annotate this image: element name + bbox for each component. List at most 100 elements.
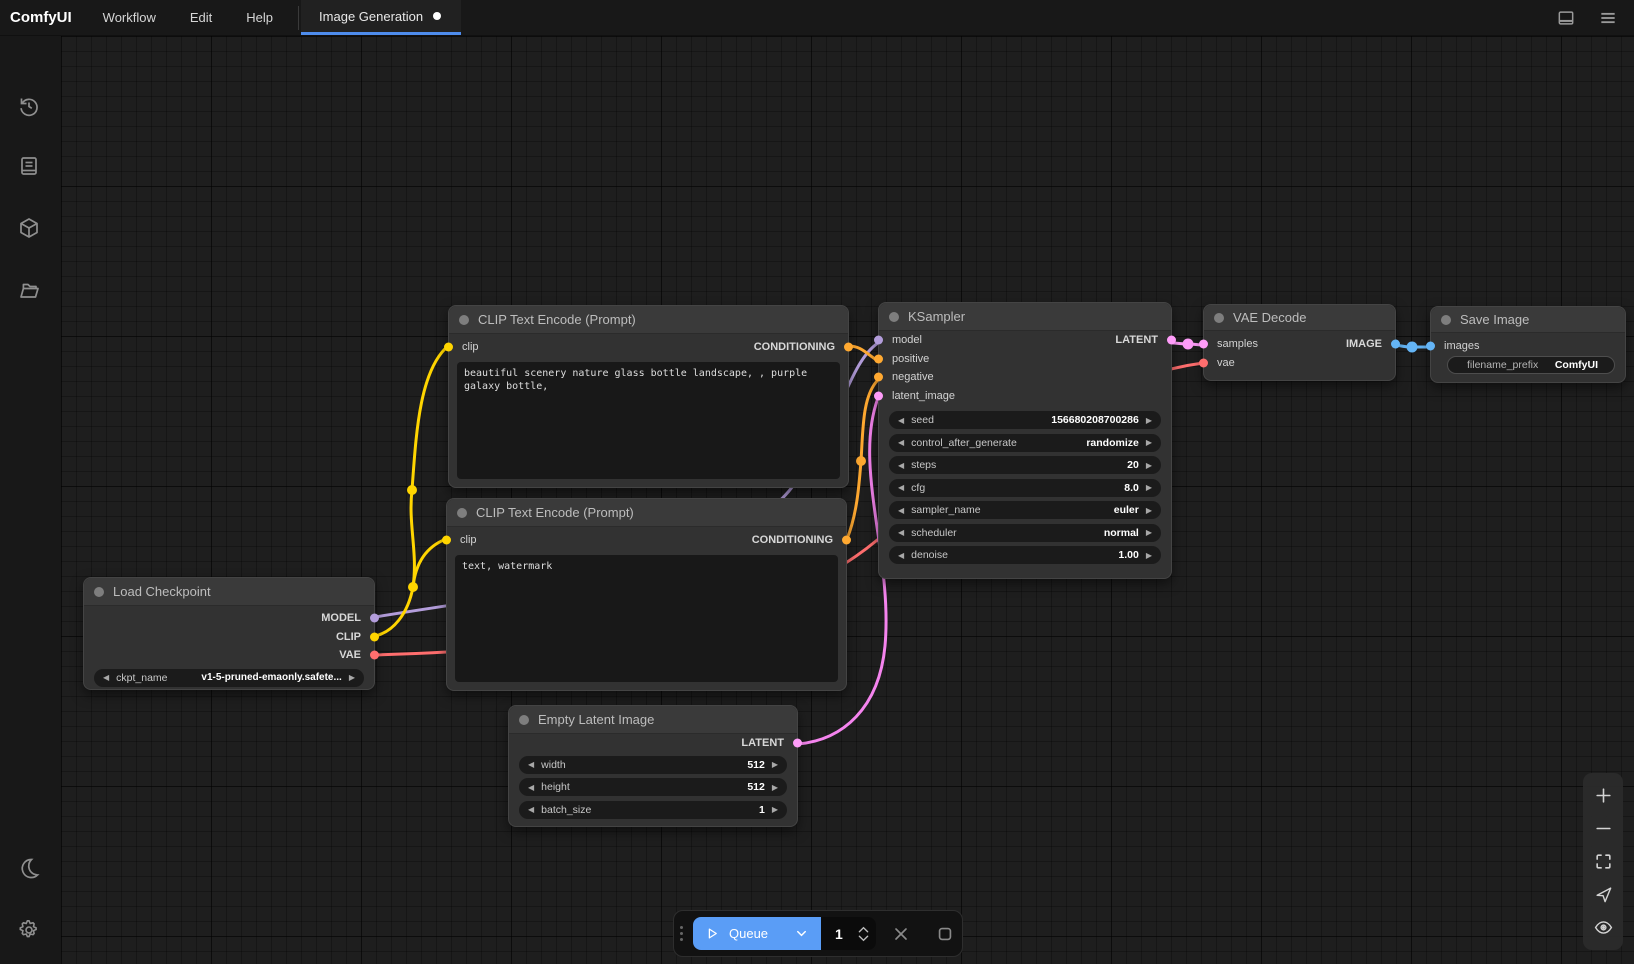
widget-seed[interactable]: ◀ seed 156680208700286 ▶ <box>889 411 1161 429</box>
zoom-out-icon[interactable] <box>1594 819 1613 838</box>
node-header[interactable]: CLIP Text Encode (Prompt) <box>447 499 846 527</box>
output-slot-vae[interactable] <box>370 651 379 660</box>
input-slot-clip[interactable] <box>444 343 453 352</box>
hamburger-menu-icon[interactable] <box>1598 8 1618 28</box>
node-collapse-dot[interactable] <box>457 508 467 518</box>
widget-width[interactable]: ◀ width 512 ▶ <box>519 756 787 774</box>
widget-ckpt-name[interactable]: ◀ ckpt_name v1-5-pruned-emaonly.safete..… <box>94 669 364 687</box>
widget-steps[interactable]: ◀ steps 20 ▶ <box>889 456 1161 474</box>
menu-help[interactable]: Help <box>229 0 290 35</box>
node-header[interactable]: KSampler <box>879 303 1171 331</box>
widget-decrement-arrow[interactable]: ◀ <box>103 673 109 682</box>
queue-log-icon[interactable] <box>17 154 41 178</box>
node-header[interactable]: CLIP Text Encode (Prompt) <box>449 306 848 334</box>
widget-batch-size[interactable]: ◀ batch_size 1 ▶ <box>519 801 787 819</box>
node-empty-latent-image[interactable]: Empty Latent Image LATENT ◀ width 512 ▶ … <box>508 705 798 827</box>
model-library-icon[interactable] <box>17 216 41 240</box>
positive-prompt-textarea[interactable]: beautiful scenery nature glass bottle la… <box>457 362 840 479</box>
theme-moon-icon[interactable] <box>17 856 41 880</box>
output-slot-conditioning[interactable] <box>842 536 851 545</box>
node-collapse-dot[interactable] <box>1441 315 1451 325</box>
widget-increment-arrow[interactable]: ▶ <box>1146 506 1152 515</box>
stop-icon[interactable] <box>935 924 955 944</box>
node-clip-text-encode-negative[interactable]: CLIP Text Encode (Prompt) clip CONDITION… <box>446 498 847 691</box>
widget-increment-arrow[interactable]: ▶ <box>772 760 778 769</box>
menu-edit[interactable]: Edit <box>173 0 229 35</box>
negative-prompt-textarea[interactable]: text, watermark <box>455 555 838 682</box>
widget-denoise[interactable]: ◀ denoise 1.00 ▶ <box>889 546 1161 564</box>
node-collapse-dot[interactable] <box>459 315 469 325</box>
output-slot-conditioning[interactable] <box>844 343 853 352</box>
widget-scheduler[interactable]: ◀ scheduler normal ▶ <box>889 524 1161 542</box>
input-slot-clip[interactable] <box>442 536 451 545</box>
widget-increment-arrow[interactable]: ▶ <box>1146 551 1152 560</box>
clear-queue-icon[interactable] <box>891 924 911 944</box>
widget-decrement-arrow[interactable]: ◀ <box>528 783 534 792</box>
node-collapse-dot[interactable] <box>1214 313 1224 323</box>
input-slot-negative[interactable] <box>874 373 883 382</box>
queue-options-chevron-icon[interactable] <box>794 926 809 941</box>
widget-decrement-arrow[interactable]: ◀ <box>898 483 904 492</box>
node-load-checkpoint[interactable]: Load Checkpoint MODEL CLIP VAE ◀ ckpt_na… <box>83 577 375 690</box>
count-decrement-icon[interactable] <box>858 935 869 942</box>
workflows-folder-icon[interactable] <box>17 278 41 302</box>
toggle-bottom-panel-icon[interactable] <box>1556 8 1576 28</box>
history-icon[interactable] <box>17 94 41 118</box>
output-slot-latent[interactable] <box>1167 336 1176 345</box>
batch-count-input[interactable]: 1 <box>821 917 876 950</box>
count-increment-icon[interactable] <box>858 926 869 933</box>
node-clip-text-encode-positive[interactable]: CLIP Text Encode (Prompt) clip CONDITION… <box>448 305 849 488</box>
widget-height[interactable]: ◀ height 512 ▶ <box>519 778 787 796</box>
widget-decrement-arrow[interactable]: ◀ <box>898 438 904 447</box>
widget-decrement-arrow[interactable]: ◀ <box>898 506 904 515</box>
zoom-in-icon[interactable] <box>1594 786 1613 805</box>
settings-gear-icon[interactable] <box>17 918 41 942</box>
tab-image-generation[interactable]: Image Generation <box>301 0 461 35</box>
node-graph-canvas[interactable]: CLIP Text Encode (Prompt) clip CONDITION… <box>61 36 1634 964</box>
menu-workflow[interactable]: Workflow <box>86 0 173 35</box>
widget-increment-arrow[interactable]: ▶ <box>772 805 778 814</box>
input-slot-vae[interactable] <box>1199 358 1208 367</box>
node-vae-decode[interactable]: VAE Decode samples IMAGE vae <box>1203 304 1396 381</box>
widget-increment-arrow[interactable]: ▶ <box>1146 528 1152 537</box>
input-slot-images[interactable] <box>1426 342 1435 351</box>
widget-increment-arrow[interactable]: ▶ <box>772 783 778 792</box>
node-collapse-dot[interactable] <box>519 715 529 725</box>
node-collapse-dot[interactable] <box>94 587 104 597</box>
queue-button[interactable]: Queue <box>693 917 821 950</box>
node-ksampler[interactable]: KSampler model LATENT positive negative … <box>878 302 1172 579</box>
widget-decrement-arrow[interactable]: ◀ <box>528 805 534 814</box>
widget-decrement-arrow[interactable]: ◀ <box>898 461 904 470</box>
widget-increment-arrow[interactable]: ▶ <box>1146 461 1152 470</box>
pan-navigate-icon[interactable] <box>1594 885 1613 904</box>
input-slot-latent-image[interactable] <box>874 391 883 400</box>
node-collapse-dot[interactable] <box>889 312 899 322</box>
widget-increment-arrow[interactable]: ▶ <box>1146 438 1152 447</box>
widget-decrement-arrow[interactable]: ◀ <box>898 416 904 425</box>
widget-decrement-arrow[interactable]: ◀ <box>898 551 904 560</box>
input-slot-positive[interactable] <box>874 354 883 363</box>
input-slot-model[interactable] <box>874 336 883 345</box>
node-header[interactable]: Save Image <box>1431 307 1625 333</box>
widget-decrement-arrow[interactable]: ◀ <box>898 528 904 537</box>
widget-filename-prefix[interactable]: filename_prefix ComfyUI <box>1447 356 1615 374</box>
toolbar-drag-handle[interactable] <box>680 926 684 941</box>
widget-cfg[interactable]: ◀ cfg 8.0 ▶ <box>889 479 1161 497</box>
node-save-image[interactable]: Save Image images filename_prefix ComfyU… <box>1430 306 1626 383</box>
widget-increment-arrow[interactable]: ▶ <box>349 673 355 682</box>
fit-view-icon[interactable] <box>1594 852 1613 871</box>
widget-increment-arrow[interactable]: ▶ <box>1146 416 1152 425</box>
widget-sampler-name[interactable]: ◀ sampler_name euler ▶ <box>889 501 1161 519</box>
output-slot-latent[interactable] <box>793 739 802 748</box>
output-slot-clip[interactable] <box>370 632 379 641</box>
input-slot-samples[interactable] <box>1199 340 1208 349</box>
output-slot-image[interactable] <box>1391 340 1400 349</box>
node-header[interactable]: Load Checkpoint <box>84 578 374 606</box>
toggle-visibility-eye-icon[interactable] <box>1594 918 1613 937</box>
node-header[interactable]: VAE Decode <box>1204 305 1395 331</box>
widget-control-after-generate[interactable]: ◀ control_after_generate randomize ▶ <box>889 434 1161 452</box>
widget-increment-arrow[interactable]: ▶ <box>1146 483 1152 492</box>
node-header[interactable]: Empty Latent Image <box>509 706 797 734</box>
output-slot-model[interactable] <box>370 614 379 623</box>
widget-decrement-arrow[interactable]: ◀ <box>528 760 534 769</box>
